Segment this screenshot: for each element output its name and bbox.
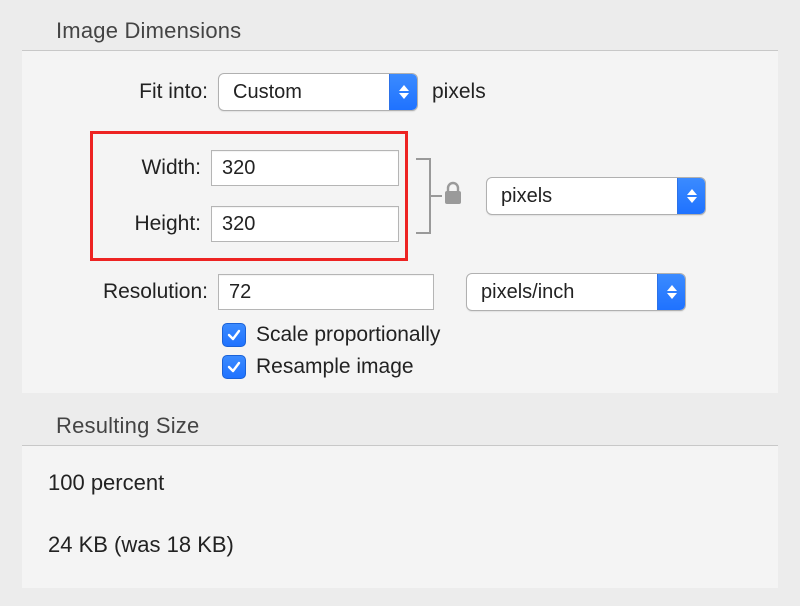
result-size: 24 KB (was 18 KB) — [48, 532, 768, 558]
updown-icon — [389, 74, 417, 110]
updown-icon — [657, 274, 685, 310]
fit-into-row: Fit into: Custom pixels — [22, 69, 768, 115]
image-dimensions-label: Image Dimensions — [0, 18, 800, 50]
resample-image-label: Resample image — [256, 355, 414, 379]
width-input[interactable] — [211, 150, 399, 186]
resample-image-row: Resample image — [222, 355, 768, 379]
result-percent: 100 percent — [48, 470, 768, 496]
width-label: Width: — [99, 156, 211, 180]
lock-icon — [442, 180, 464, 212]
image-dimensions-panel: Fit into: Custom pixels Width: Height: — [22, 50, 778, 393]
resolution-row: Resolution: pixels/inch — [22, 269, 768, 315]
resolution-unit-value: pixels/inch — [467, 281, 586, 304]
dimension-unit-select[interactable]: pixels — [486, 177, 706, 215]
scale-proportionally-checkbox[interactable] — [222, 323, 246, 347]
resolution-input[interactable] — [218, 274, 434, 310]
width-height-block: Width: Height: pixels — [90, 131, 768, 261]
scale-proportionally-label: Scale proportionally — [256, 323, 440, 347]
resulting-size-label: Resulting Size — [0, 413, 800, 445]
width-row: Width: — [99, 140, 399, 196]
height-label: Height: — [99, 212, 211, 236]
fit-into-unit-label: pixels — [432, 80, 486, 104]
resample-image-checkbox[interactable] — [222, 355, 246, 379]
resolution-label: Resolution: — [22, 280, 218, 304]
scale-proportionally-row: Scale proportionally — [222, 323, 768, 347]
height-input[interactable] — [211, 206, 399, 242]
fit-into-select[interactable]: Custom — [218, 73, 418, 111]
dimension-unit-value: pixels — [487, 185, 564, 208]
fit-into-value: Custom — [219, 81, 314, 104]
resulting-size-panel: 100 percent 24 KB (was 18 KB) — [22, 445, 778, 588]
highlight-rect: Width: Height: — [90, 131, 408, 261]
resolution-unit-select[interactable]: pixels/inch — [466, 273, 686, 311]
fit-into-label: Fit into: — [22, 80, 218, 104]
height-row: Height: — [99, 196, 399, 252]
updown-icon — [677, 178, 705, 214]
